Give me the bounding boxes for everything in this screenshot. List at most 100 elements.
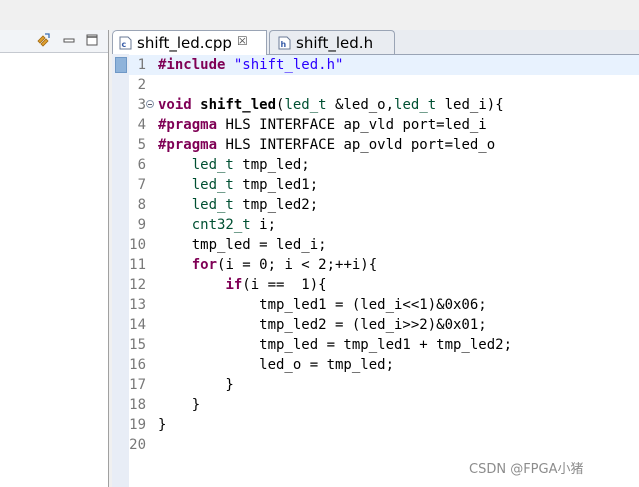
header-file-icon: h bbox=[278, 36, 291, 50]
cpp-file-icon: c bbox=[119, 36, 132, 50]
code-text: tmp_led1 = (led_i<<1)&0x06; bbox=[158, 295, 487, 315]
code-token: tmp_led1; bbox=[233, 177, 319, 193]
code-text: led_o = tmp_led; bbox=[158, 355, 394, 375]
line-number: 3 bbox=[137, 97, 146, 113]
code-text: tmp_led2 = (led_i>>2)&0x01; bbox=[158, 315, 487, 335]
tab-shift-led-cpp[interactable]: c shift_led.cpp ☒ bbox=[112, 30, 267, 55]
code-line[interactable]: 17 } bbox=[129, 375, 639, 395]
code-line[interactable]: 18 } bbox=[129, 395, 639, 415]
line-number: 16 bbox=[129, 357, 146, 373]
tab-label: shift_led.cpp bbox=[137, 34, 232, 52]
code-token: tmp_led1 = (led_i<<1)&0x06; bbox=[158, 297, 487, 313]
code-line[interactable]: 16 led_o = tmp_led; bbox=[129, 355, 639, 375]
code-token: led_t bbox=[191, 177, 234, 193]
code-line[interactable]: 2 bbox=[129, 75, 639, 95]
code-token: tmp_led2; bbox=[233, 197, 319, 213]
collapse-fold-icon[interactable] bbox=[146, 100, 154, 108]
code-token: tmp_led = tmp_led1 + tmp_led2; bbox=[158, 337, 513, 353]
code-line[interactable]: 5 #pragma HLS INTERFACE ap_ovld port=led_… bbox=[129, 135, 639, 155]
code-text: #pragma HLS INTERFACE ap_vld port=led_i bbox=[158, 115, 487, 135]
code-area[interactable]: 1 #include "shift_led.h" 2 3 void shift_led(… bbox=[129, 55, 639, 487]
editor-tab-bar: c shift_led.cpp ☒ h shift_led.h bbox=[112, 30, 639, 55]
line-number: 19 bbox=[129, 417, 146, 433]
line-number: 14 bbox=[129, 317, 146, 333]
code-line[interactable]: 4 #pragma HLS INTERFACE ap_vld port=led_i bbox=[129, 115, 639, 135]
code-token: for bbox=[191, 257, 218, 273]
line-number: 7 bbox=[137, 177, 146, 193]
code-token: } bbox=[158, 417, 167, 433]
code-token: led_o = tmp_led; bbox=[158, 357, 395, 373]
code-token: tmp_led = led_i; bbox=[158, 237, 327, 253]
code-line[interactable]: 20 bbox=[129, 435, 639, 455]
code-token: led_i){ bbox=[436, 97, 504, 113]
code-line[interactable]: 1 #include "shift_led.h" bbox=[129, 55, 639, 75]
line-number: 6 bbox=[137, 157, 146, 173]
tab-shift-led-h[interactable]: h shift_led.h bbox=[269, 30, 395, 54]
window-top-strip bbox=[0, 0, 639, 30]
code-token: #pragma bbox=[158, 137, 218, 153]
line-number: 5 bbox=[137, 137, 146, 153]
line-number: 2 bbox=[137, 77, 146, 93]
svg-text:h: h bbox=[281, 40, 287, 49]
close-tab-icon[interactable]: ☒ bbox=[237, 34, 248, 48]
code-text: led_t tmp_led1; bbox=[158, 175, 318, 195]
code-token: void bbox=[158, 97, 192, 113]
line-number: 11 bbox=[129, 257, 146, 273]
code-text: #include "shift_led.h" bbox=[158, 55, 343, 75]
annotation-ruler[interactable] bbox=[112, 54, 129, 487]
line-number: 8 bbox=[137, 197, 146, 213]
code-text: for(i = 0; i < 2;++i){ bbox=[158, 255, 377, 275]
code-token: "shift_led.h" bbox=[233, 57, 344, 73]
svg-text:c: c bbox=[122, 40, 127, 49]
code-text: void shift_led(led_t &led_o,led_t led_i)… bbox=[158, 95, 504, 115]
code-token: tmp_led; bbox=[233, 157, 310, 173]
code-text: } bbox=[158, 375, 234, 395]
line-number: 12 bbox=[129, 277, 146, 293]
maximize-icon[interactable] bbox=[85, 33, 99, 47]
link-with-editor-icon[interactable] bbox=[36, 33, 50, 47]
code-line[interactable]: 15 tmp_led = tmp_led1 + tmp_led2; bbox=[129, 335, 639, 355]
code-text: led_t tmp_led; bbox=[158, 155, 310, 175]
code-line[interactable]: 13 tmp_led1 = (led_i<<1)&0x06; bbox=[129, 295, 639, 315]
code-token: HLS INTERFACE ap_ovld port=led_o bbox=[217, 137, 496, 153]
line-number: 18 bbox=[129, 397, 146, 413]
code-token: led_t bbox=[191, 197, 234, 213]
line-number: 1 bbox=[137, 57, 146, 73]
line-number: 17 bbox=[129, 377, 146, 393]
code-token: #include bbox=[158, 57, 226, 73]
code-line[interactable]: 10 tmp_led = led_i; bbox=[129, 235, 639, 255]
code-token: (i = 0; i < 2;++i){ bbox=[217, 257, 378, 273]
code-token: i; bbox=[250, 217, 277, 233]
code-line[interactable]: 7 led_t tmp_led1; bbox=[129, 175, 639, 195]
tab-label: shift_led.h bbox=[296, 34, 374, 52]
code-line[interactable]: 14 tmp_led2 = (led_i>>2)&0x01; bbox=[129, 315, 639, 335]
code-line[interactable]: 3 void shift_led(led_t &led_o,led_t led_i… bbox=[129, 95, 639, 115]
code-line[interactable]: 11 for(i = 0; i < 2;++i){ bbox=[129, 255, 639, 275]
line-number: 4 bbox=[137, 117, 146, 133]
code-text: led_t tmp_led2; bbox=[158, 195, 318, 215]
code-text: if(i == 1){ bbox=[158, 275, 327, 295]
code-text: #pragma HLS INTERFACE ap_ovld port=led_o bbox=[158, 135, 495, 155]
code-line[interactable]: 6 led_t tmp_led; bbox=[129, 155, 639, 175]
minimize-icon[interactable] bbox=[62, 33, 76, 47]
code-token: (i == 1){ bbox=[242, 277, 327, 293]
code-token: } bbox=[158, 397, 201, 413]
code-line[interactable]: 9 cnt32_t i; bbox=[129, 215, 639, 235]
code-token: &led_o, bbox=[326, 97, 395, 113]
left-view-toolbar bbox=[0, 30, 108, 53]
code-token: } bbox=[158, 377, 234, 393]
code-line[interactable]: 12 if(i == 1){ bbox=[129, 275, 639, 295]
code-token: tmp_led2 = (led_i>>2)&0x01; bbox=[158, 317, 487, 333]
current-line-marker bbox=[115, 57, 127, 73]
line-number: 20 bbox=[129, 437, 146, 453]
code-line[interactable]: 8 led_t tmp_led2; bbox=[129, 195, 639, 215]
code-token: if bbox=[225, 277, 243, 293]
code-line[interactable]: 19} bbox=[129, 415, 639, 435]
